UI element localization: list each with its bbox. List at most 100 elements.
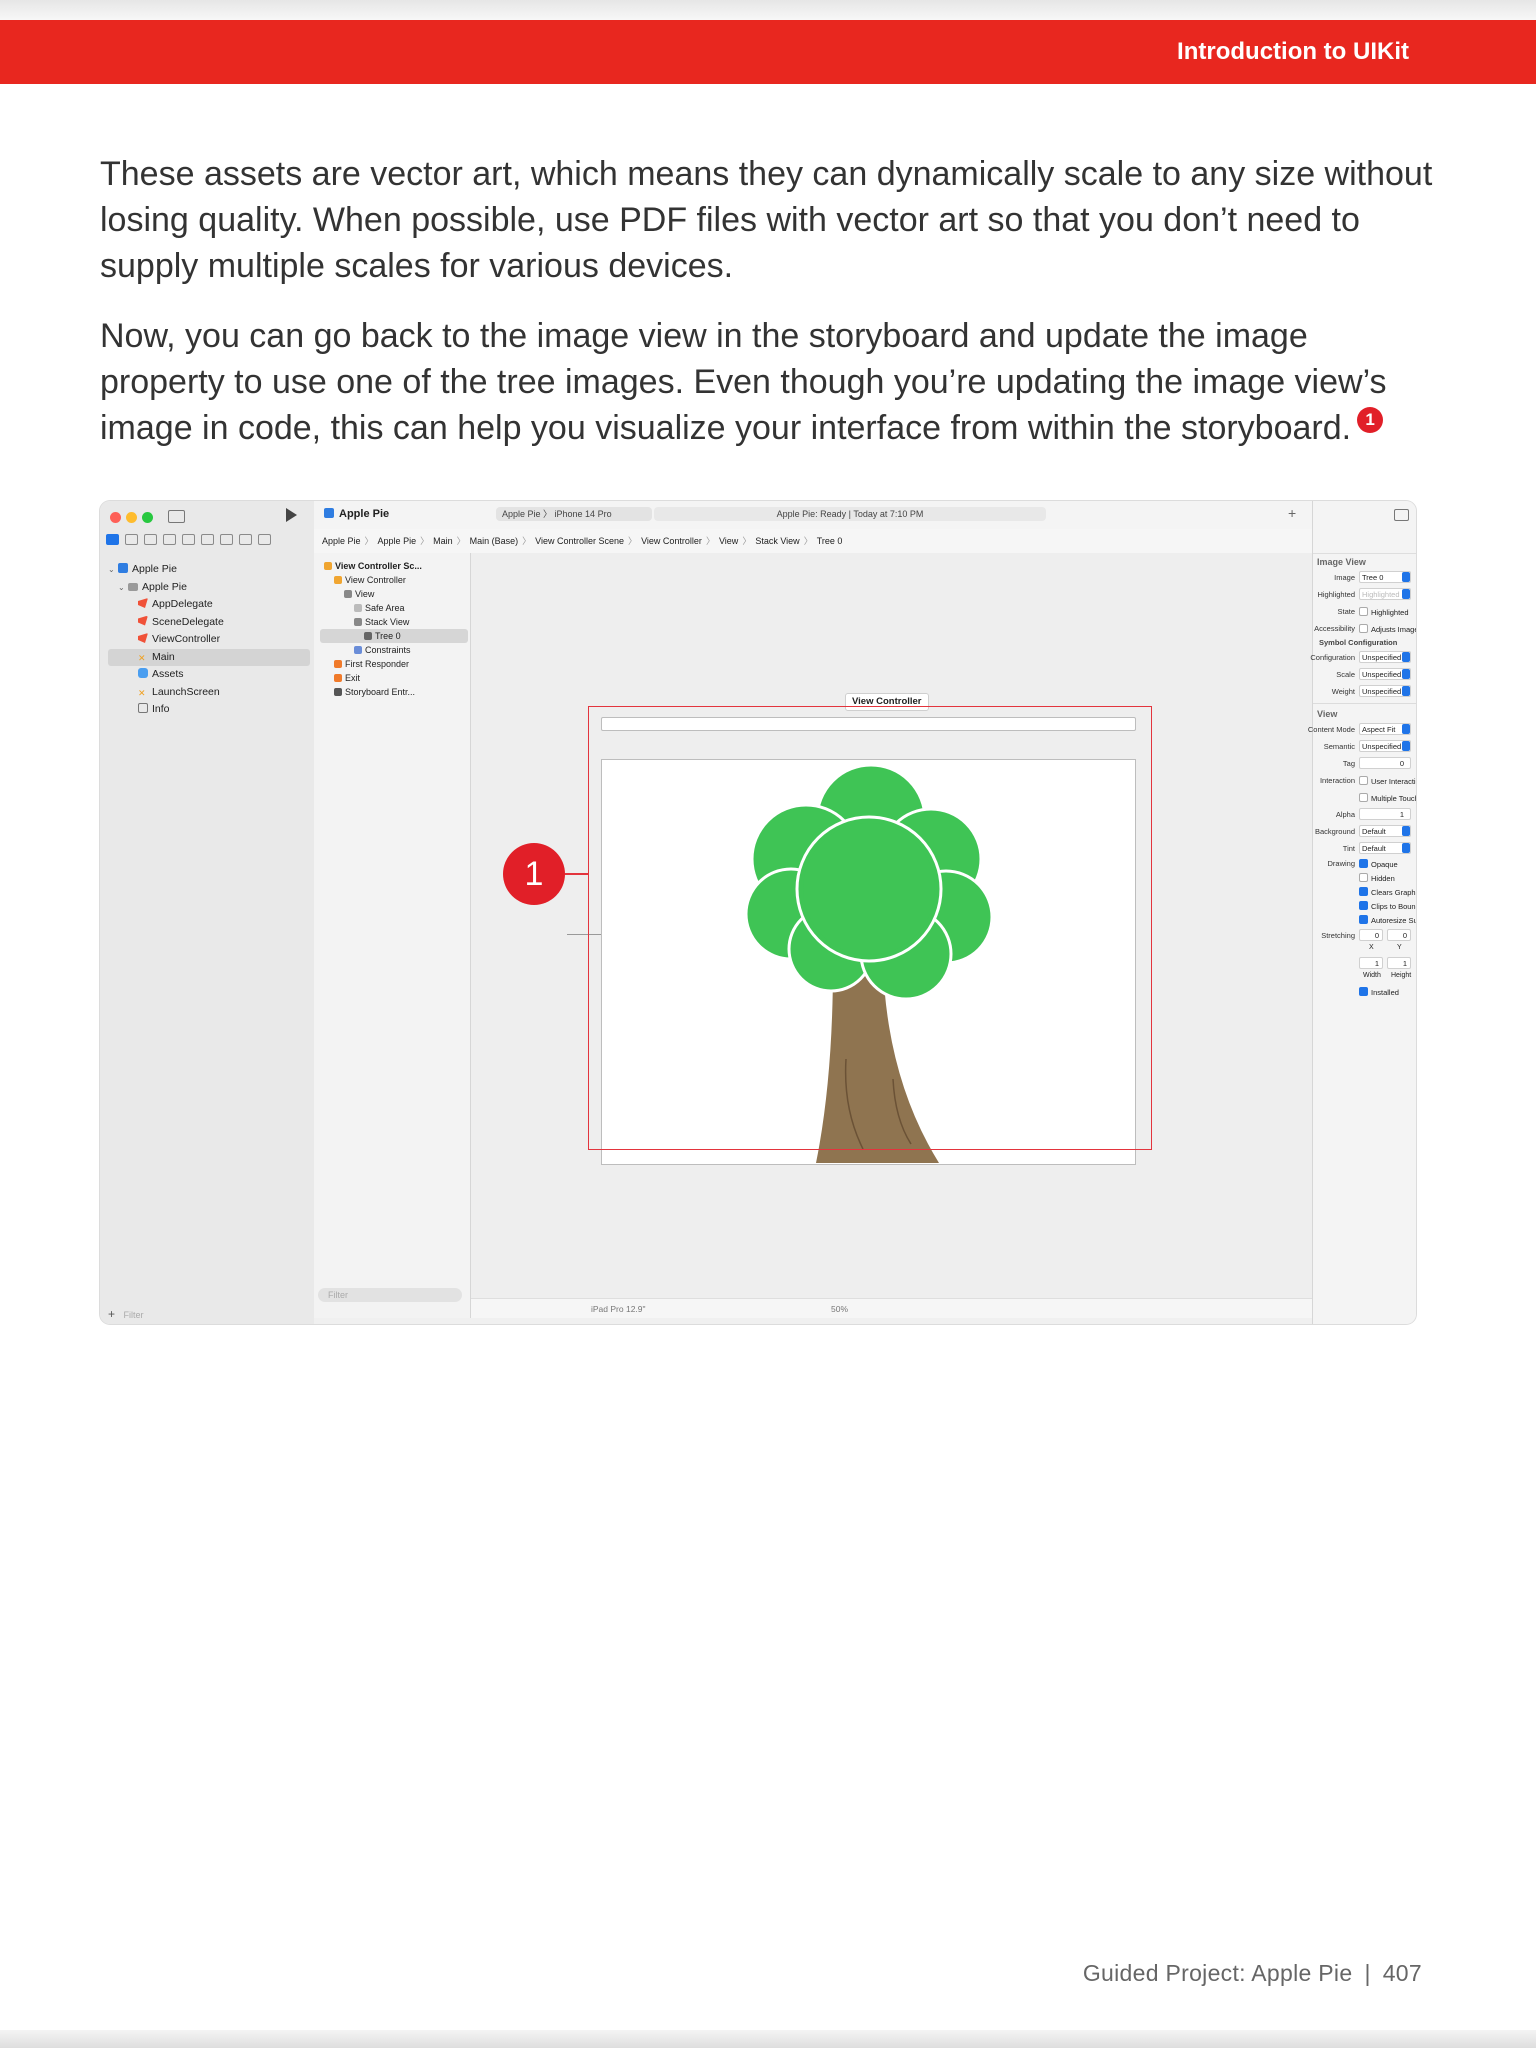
add-file-icon[interactable]: +	[108, 1307, 115, 1321]
navigator-item[interactable]: ✕ Main	[108, 648, 310, 666]
project-navigator-tab-icon[interactable]	[106, 534, 119, 545]
interaction-row: Interaction User Interaction Enabled	[1313, 772, 1416, 789]
outline-item-label: Tree 0	[375, 631, 401, 641]
jump-bar-segment[interactable]: Main	[433, 536, 453, 546]
navigator-item[interactable]: ✕ LaunchScreen	[108, 684, 310, 702]
jump-bar-segment[interactable]: Tree 0	[817, 536, 843, 546]
navigator-filter[interactable]: + Filter	[108, 1307, 304, 1321]
jump-bar-segment[interactable]: Stack View	[755, 536, 799, 546]
zoom-level[interactable]: 50%	[831, 1299, 848, 1319]
tag-field[interactable]: 0	[1359, 757, 1411, 769]
navigator-item[interactable]: AppDelegate	[108, 596, 310, 614]
background-popup[interactable]: Default	[1359, 825, 1411, 837]
source-control-tab-icon[interactable]	[125, 534, 138, 545]
run-icon[interactable]	[286, 508, 297, 522]
minimize-window-icon[interactable]	[126, 512, 137, 523]
find-tab-icon[interactable]	[163, 534, 176, 545]
storyboard-canvas[interactable]: View Controller 1	[471, 553, 1312, 1298]
drawing-checkbox[interactable]: Autoresize Subviews	[1359, 915, 1416, 925]
adjusts-image-size-checkbox[interactable]: Adjusts Image Size	[1359, 624, 1416, 634]
drawing-checkbox-label: Autoresize Subviews	[1371, 916, 1416, 925]
checkbox-icon	[1359, 624, 1368, 633]
drawing-checkbox[interactable]: Hidden	[1359, 873, 1395, 883]
interaction-label: Interaction	[1319, 776, 1355, 785]
issue-tab-icon[interactable]	[182, 534, 195, 545]
page-edge-top	[0, 0, 1536, 20]
scheme-selector[interactable]: Apple Pie 〉 iPhone 14 Pro	[496, 507, 652, 521]
installed-checkbox[interactable]: Installed	[1359, 987, 1399, 997]
content-mode-popup[interactable]: Aspect Fit	[1359, 723, 1411, 735]
outline-item-label: View	[355, 589, 375, 599]
disclosure-chevron-icon[interactable]: ⌄	[118, 579, 128, 597]
stretch-width-field[interactable]: 1	[1359, 957, 1383, 969]
navigator-tabs	[106, 534, 312, 548]
jump-bar-segment[interactable]: Main (Base)	[470, 536, 519, 546]
image-field[interactable]: Tree 0	[1359, 571, 1411, 583]
outline-filter[interactable]: Filter	[318, 1288, 462, 1302]
zoom-window-icon[interactable]	[142, 512, 153, 523]
outline-item[interactable]: View Controller	[320, 573, 468, 587]
navigator-item[interactable]: Info	[108, 701, 310, 719]
jump-bar-segment[interactable]: View	[719, 536, 738, 546]
checkbox-icon	[1359, 793, 1368, 802]
jump-bar-segment[interactable]: View Controller	[641, 536, 702, 546]
scale-popup[interactable]: Unspecified	[1359, 668, 1411, 680]
navigator-item[interactable]: ViewController	[108, 631, 310, 649]
library-add-button[interactable]: +	[1288, 505, 1296, 521]
jump-bar-segment[interactable]: Apple Pie	[322, 536, 361, 546]
outline-item-icon	[334, 576, 342, 584]
outline-item[interactable]: View Controller Sc...	[320, 559, 468, 573]
inspector-toggle-icon[interactable]	[1394, 509, 1409, 521]
outline-item[interactable]: Constraints	[320, 643, 468, 657]
stretch-height-field[interactable]: 1	[1387, 957, 1411, 969]
navigator-item[interactable]: Assets	[108, 666, 310, 684]
debug-tab-icon[interactable]	[220, 534, 233, 545]
drawing-checkbox[interactable]: Opaque	[1359, 859, 1398, 869]
outline-item[interactable]: Exit	[320, 671, 468, 685]
navigator-item-label: Apple Pie	[132, 563, 177, 575]
navigator-item[interactable]: ⌄ Apple Pie	[108, 579, 310, 597]
test-tab-icon[interactable]	[201, 534, 214, 545]
alpha-label: Alpha	[1335, 810, 1355, 819]
jump-bar-path: Apple Pie 〉 Apple Pie 〉 Main 〉 Main (Base) 〉 Vie…	[322, 529, 842, 553]
multiple-touch-checkbox[interactable]: Multiple Touch	[1359, 793, 1416, 803]
outline-item[interactable]: Tree 0	[320, 629, 468, 643]
stretch-x-field[interactable]: 0	[1359, 929, 1383, 941]
drawing-row: Clears Graphics Context	[1313, 885, 1416, 899]
device-selector[interactable]: iPad Pro 12.9"	[591, 1299, 646, 1319]
outline-item-label: View Controller Sc...	[335, 561, 422, 571]
close-window-icon[interactable]	[110, 512, 121, 523]
weight-popup[interactable]: Unspecified	[1359, 685, 1411, 697]
report-tab-icon[interactable]	[258, 534, 271, 545]
breakpoint-tab-icon[interactable]	[239, 534, 252, 545]
outline-item[interactable]: Stack View	[320, 615, 468, 629]
project-icon	[324, 508, 334, 518]
stretch-xy-captions: X Y	[1313, 944, 1416, 955]
jump-bar-segment[interactable]: View Controller Scene	[535, 536, 624, 546]
jump-bar-segment[interactable]: Apple Pie	[378, 536, 417, 546]
alpha-field[interactable]: 1	[1359, 808, 1411, 820]
outline-item[interactable]: First Responder	[320, 657, 468, 671]
page-footer: Guided Project: Apple Pie | 407	[1083, 1960, 1422, 1987]
navigator-item[interactable]: SceneDelegate	[108, 614, 310, 632]
outline-item-label: Storyboard Entr...	[345, 687, 416, 697]
outline-item-label: Safe Area	[365, 603, 405, 613]
stretch-y-field[interactable]: 0	[1387, 929, 1411, 941]
state-highlighted-checkbox[interactable]: Highlighted	[1359, 607, 1409, 617]
highlighted-image-field[interactable]: Highlighted Image	[1359, 588, 1411, 600]
semantic-popup[interactable]: Unspecified	[1359, 740, 1411, 752]
user-interaction-checkbox[interactable]: User Interaction Enabled	[1359, 776, 1416, 786]
checkbox-icon	[1359, 776, 1368, 785]
navigator-item[interactable]: ⌄ Apple Pie	[108, 561, 310, 579]
sidebar-toggle-icon[interactable]	[168, 510, 185, 523]
configuration-popup[interactable]: Unspecified	[1359, 651, 1411, 663]
drawing-checkbox[interactable]: Clips to Bounds	[1359, 901, 1416, 911]
outline-item[interactable]: Safe Area	[320, 601, 468, 615]
tint-popup[interactable]: Default	[1359, 842, 1411, 854]
outline-item[interactable]: View	[320, 587, 468, 601]
outline-item[interactable]: Storyboard Entr...	[320, 685, 468, 699]
bookmark-tab-icon[interactable]	[144, 534, 157, 545]
drawing-checkbox[interactable]: Clears Graphics Context	[1359, 887, 1416, 897]
disclosure-chevron-icon[interactable]: ⌄	[108, 561, 118, 579]
canvas-bottom-bar: iPad Pro 12.9" 50%	[471, 1298, 1312, 1319]
